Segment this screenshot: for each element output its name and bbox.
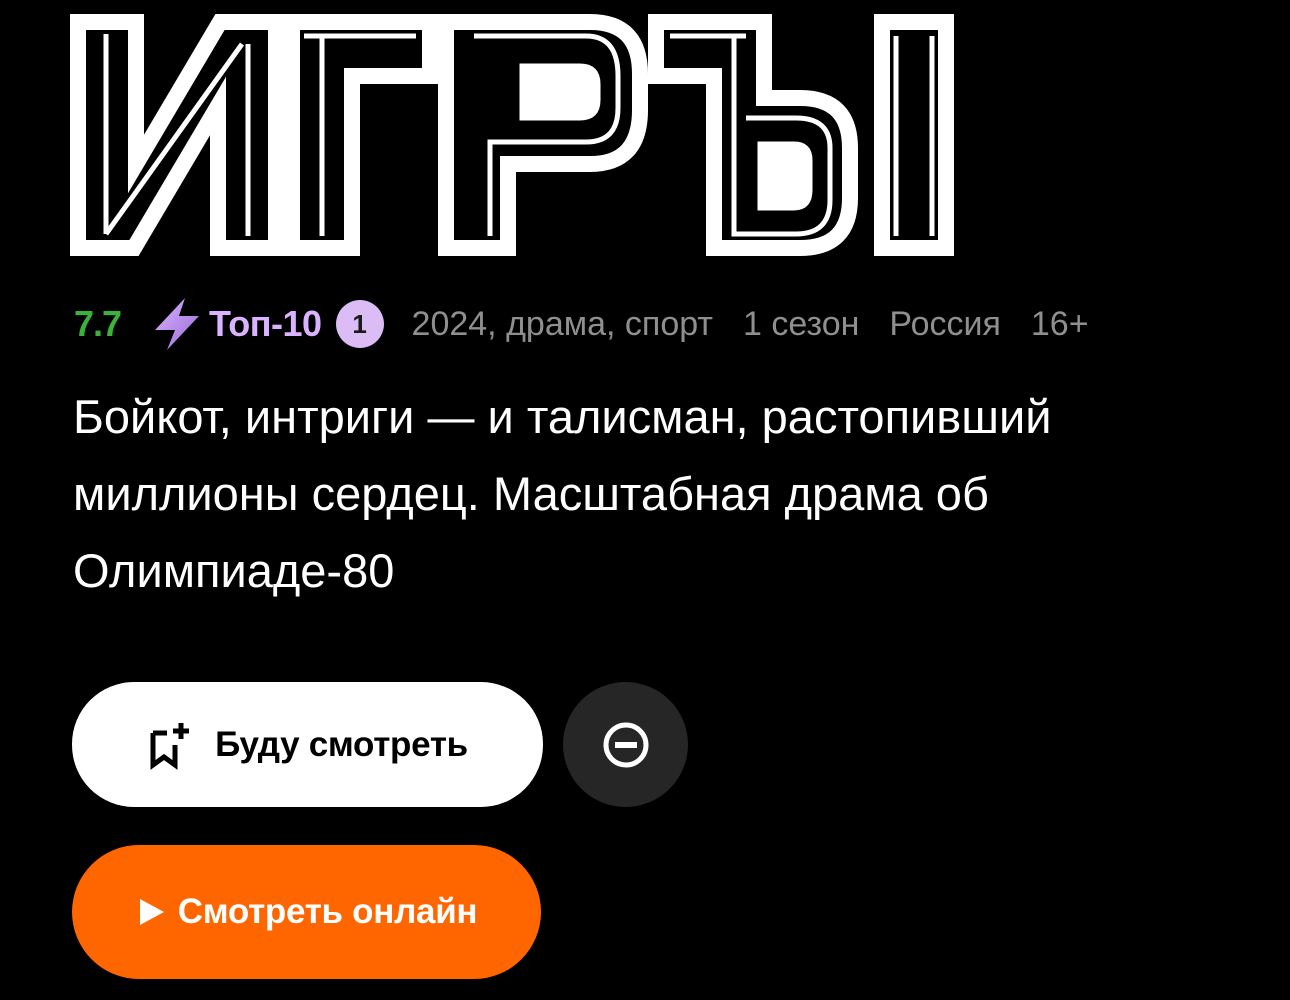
description: Бойкот, интриги — и талисман, растопивши…	[73, 390, 1052, 597]
title-page: 7.7 Топ-10 1 2024, драма, спорт 1 сезон …	[0, 0, 1290, 1000]
hide-button[interactable]	[563, 682, 688, 807]
seasons-count: 1 сезон	[742, 304, 860, 343]
watchlist-label: Буду смотреть	[215, 724, 468, 764]
year-genres: 2024, драма, спорт	[411, 304, 713, 343]
play-icon	[139, 899, 164, 925]
top10-position-badge: 1	[335, 300, 384, 348]
top10-label: Топ-10	[209, 303, 322, 344]
title-logo	[70, 14, 954, 256]
watchlist-button[interactable]: Буду смотреть	[72, 682, 543, 807]
rating: 7.7	[74, 303, 122, 344]
meta-line: 7.7 Топ-10 1 2024, драма, спорт 1 сезон …	[74, 296, 1089, 352]
lightning-bolt-icon	[155, 298, 200, 350]
watch-online-label: Смотреть онлайн	[177, 892, 478, 931]
country: Россия	[889, 304, 1001, 343]
age-rating: 16+	[1030, 304, 1089, 343]
minus-circle-icon	[603, 722, 648, 767]
watch-online-button[interactable]: Смотреть онлайн	[72, 845, 541, 979]
bookmark-plus-icon	[150, 722, 190, 770]
